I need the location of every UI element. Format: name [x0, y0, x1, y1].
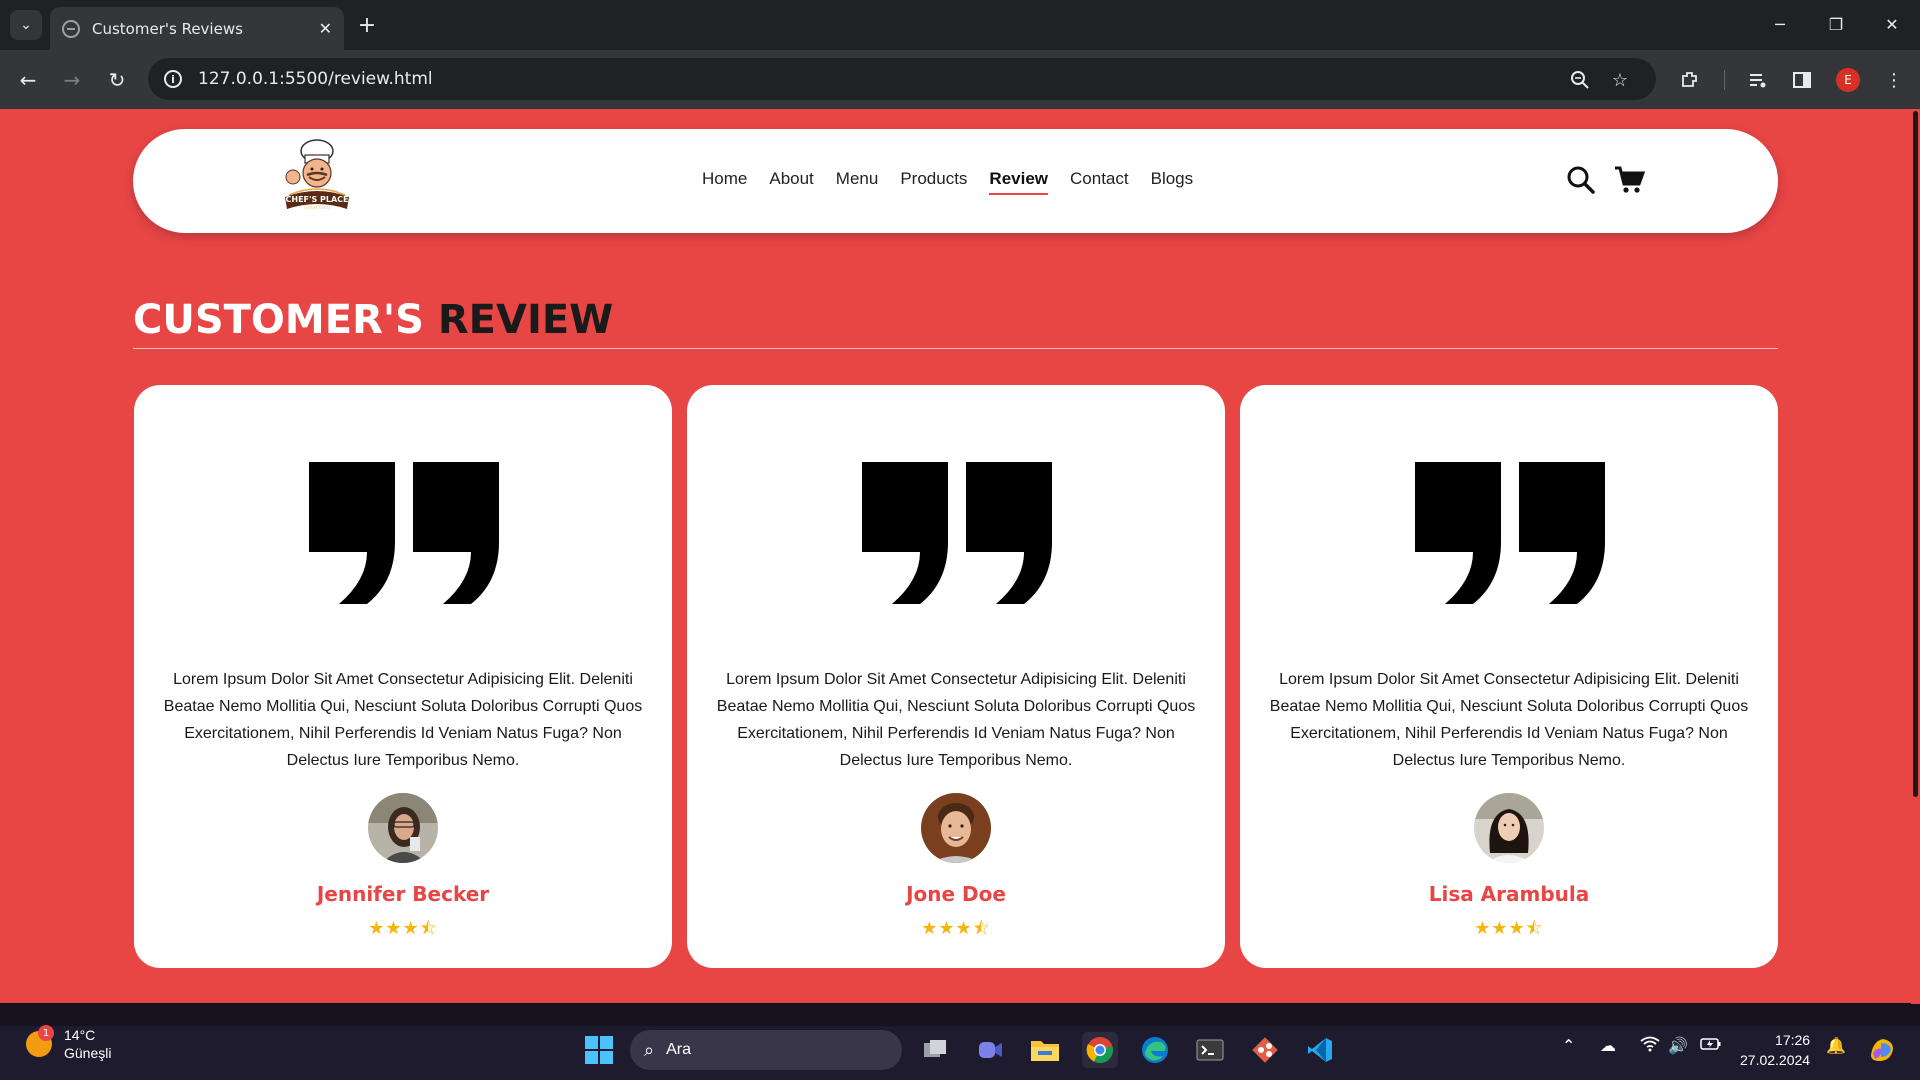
nav-menu[interactable]: Menu — [836, 169, 879, 195]
review-text: Lorem Ipsum Dolor Sit Amet Consectetur A… — [163, 671, 643, 769]
notification-badge: 1 — [38, 1025, 54, 1041]
tab-search-dropdown-icon[interactable]: ⌄ — [10, 10, 42, 40]
tab-title: Customer's Reviews — [92, 19, 243, 38]
taskbar-clock[interactable]: 17:26 27.02.2024 — [1740, 1030, 1810, 1070]
forward-icon[interactable]: → — [58, 66, 86, 94]
site-info-icon[interactable]: i — [164, 70, 182, 88]
weather-widget[interactable]: 1 14°C Güneşli — [26, 1025, 111, 1062]
toolbar-separator — [1724, 70, 1725, 90]
review-text: Lorem Ipsum Dolor Sit Amet Consectetur A… — [1269, 671, 1749, 769]
quote-icon — [862, 462, 1052, 604]
logo-text: CHEF'S PLACE — [286, 195, 349, 204]
weather-text: 14°C Güneşli — [64, 1026, 111, 1062]
review-card: Lorem Ipsum Dolor Sit Amet Consectetur A… — [1240, 385, 1778, 968]
site-header: CHEF'S PLACE Good food Home About Menu P… — [133, 129, 1778, 233]
nav-products[interactable]: Products — [900, 169, 967, 195]
reviewer-avatar — [368, 793, 438, 863]
taskbar-search[interactable]: ⌕ Ara — [630, 1030, 902, 1070]
windows-start-icon[interactable] — [581, 1032, 617, 1068]
copilot-icon[interactable] — [1864, 1032, 1900, 1068]
minimize-icon[interactable]: ─ — [1752, 0, 1808, 48]
clock-date: 27.02.2024 — [1740, 1052, 1811, 1068]
search-icon: ⌕ — [644, 1039, 655, 1060]
taskbar-search-placeholder: Ara — [666, 1041, 691, 1058]
search-icon[interactable] — [1566, 165, 1598, 197]
cart-icon[interactable] — [1613, 165, 1646, 197]
notification-bell-icon[interactable]: 🔔 — [1826, 1036, 1846, 1055]
globe-icon — [62, 19, 80, 38]
main-nav: Home About Menu Products Review Contact … — [702, 169, 1193, 195]
teams-chat-icon[interactable] — [972, 1032, 1008, 1068]
reviewer-avatar — [921, 793, 991, 863]
vscode-icon[interactable] — [1302, 1032, 1338, 1068]
volume-icon[interactable]: 🔊 — [1668, 1036, 1688, 1055]
quote-icon — [309, 462, 499, 604]
more-menu-icon[interactable]: ⋮ — [1880, 66, 1908, 94]
chefs-place-logo[interactable]: CHEF'S PLACE Good food — [275, 137, 361, 223]
media-control-icon[interactable] — [1744, 66, 1772, 94]
back-icon[interactable]: ← — [14, 66, 42, 94]
browser-tab-active[interactable]: Customer's Reviews ✕ — [50, 7, 344, 50]
nav-about[interactable]: About — [769, 169, 813, 195]
nav-home[interactable]: Home — [702, 169, 747, 195]
logo-subtext: Good food — [304, 205, 330, 211]
url-text[interactable]: 127.0.0.1:5500/review.html — [198, 69, 433, 89]
title-divider — [133, 348, 1778, 349]
browser-tabbar: ⌄ Customer's Reviews ✕ + ─ ❐ ✕ — [0, 0, 1920, 50]
address-bar[interactable]: i 127.0.0.1:5500/review.html ☆ — [148, 58, 1656, 100]
review-text: Lorem Ipsum Dolor Sit Amet Consectetur A… — [716, 671, 1196, 769]
review-card: Lorem Ipsum Dolor Sit Amet Consectetur A… — [687, 385, 1225, 968]
task-view-icon[interactable] — [918, 1032, 954, 1068]
close-tab-icon[interactable]: ✕ — [319, 19, 332, 38]
window-controls: ─ ❐ ✕ — [1752, 0, 1920, 50]
reviewer-avatar — [1474, 793, 1544, 863]
extensions-icon[interactable] — [1676, 66, 1704, 94]
restore-icon[interactable]: ❐ — [1808, 0, 1864, 48]
weather-desc: Güneşli — [64, 1045, 112, 1061]
section-title-part1: CUSTOMER'S — [133, 297, 424, 343]
reviewer-name: Lisa Arambula — [1428, 882, 1590, 906]
reload-icon[interactable]: ↻ — [103, 66, 131, 94]
quote-icon — [1415, 462, 1605, 604]
side-panel-icon[interactable] — [1788, 66, 1816, 94]
edge-icon[interactable] — [1137, 1032, 1173, 1068]
rating-stars: ★★★⯪ — [1474, 918, 1544, 939]
nav-contact[interactable]: Contact — [1070, 169, 1129, 195]
weather-temp: 14°C — [64, 1027, 96, 1043]
chrome-icon[interactable] — [1082, 1032, 1118, 1068]
nav-review[interactable]: Review — [989, 169, 1049, 195]
terminal-icon[interactable] — [1192, 1032, 1228, 1068]
section-title: CUSTOMER'S REVIEW — [133, 297, 613, 343]
browser-toolbar: ← → ↻ i 127.0.0.1:5500/review.html ☆ E ⋮ — [0, 50, 1920, 109]
rating-stars: ★★★⯪ — [921, 918, 991, 939]
scrollbar-thumb[interactable] — [1913, 111, 1918, 797]
review-card: Lorem Ipsum Dolor Sit Amet Consectetur A… — [134, 385, 672, 968]
sun-icon: 1 — [26, 1025, 54, 1057]
page-scrollbar[interactable] — [1911, 109, 1920, 1004]
clock-time: 17:26 — [1775, 1032, 1811, 1048]
close-window-icon[interactable]: ✕ — [1864, 0, 1920, 48]
profile-avatar[interactable]: E — [1836, 68, 1860, 92]
windows-taskbar — [0, 1004, 1920, 1080]
new-tab-button[interactable]: + — [354, 12, 380, 38]
git-client-icon[interactable] — [1247, 1032, 1283, 1068]
onedrive-icon[interactable]: ☁ — [1600, 1036, 1616, 1055]
reviewer-name: Jennifer Becker — [316, 882, 490, 906]
nav-blogs[interactable]: Blogs — [1151, 169, 1194, 195]
page-viewport: CHEF'S PLACE Good food Home About Menu P… — [0, 109, 1911, 1004]
file-explorer-icon[interactable] — [1027, 1032, 1063, 1068]
reviewer-name: Jone Doe — [906, 882, 1006, 906]
section-title-part2: REVIEW — [437, 297, 614, 343]
tray-chevron-icon[interactable]: ⌃ — [1562, 1036, 1575, 1055]
wifi-icon[interactable] — [1640, 1036, 1660, 1056]
rating-stars: ★★★⯪ — [368, 918, 438, 939]
zoom-icon[interactable] — [1568, 68, 1592, 92]
page-bottom-edge — [0, 1004, 1920, 1026]
bookmark-star-icon[interactable]: ☆ — [1608, 68, 1632, 92]
battery-icon[interactable] — [1700, 1036, 1722, 1055]
